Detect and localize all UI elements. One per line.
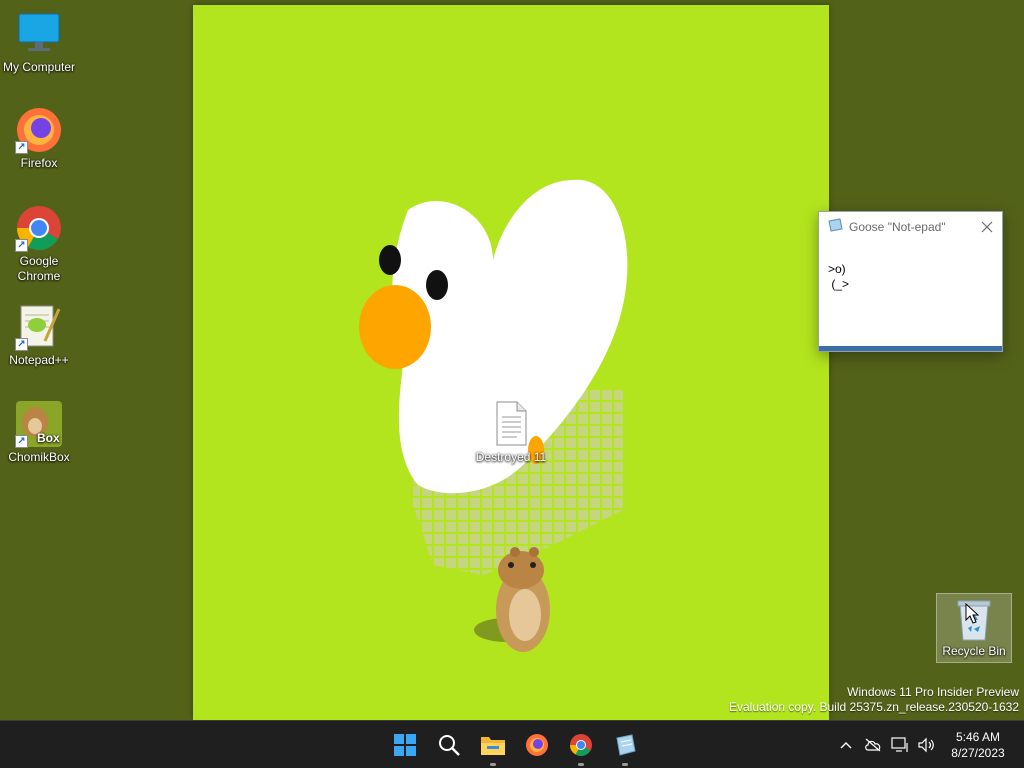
wallpaper-panel: Destroyed 11 bbox=[193, 5, 829, 720]
close-icon bbox=[981, 221, 993, 233]
window-title: Goose "Not-epad" bbox=[849, 220, 946, 234]
show-hidden-icons-button[interactable] bbox=[832, 721, 859, 768]
clock-time: 5:46 AM bbox=[955, 730, 1001, 744]
notepad-icon bbox=[616, 734, 636, 756]
network-tray-button[interactable] bbox=[886, 721, 913, 768]
search-button[interactable] bbox=[427, 721, 471, 768]
desktop-icon-chomikbox[interactable]: Box ↗ ChomikBox bbox=[1, 400, 77, 465]
destroyed-11-file[interactable]: Destroyed 11 bbox=[468, 400, 554, 465]
desktop-wallpaper: Destroyed 11 bbox=[0, 0, 1024, 720]
file-label: Destroyed 11 bbox=[475, 450, 547, 464]
notepad-taskbar-button[interactable] bbox=[603, 721, 647, 768]
file-explorer-icon bbox=[481, 737, 505, 755]
shortcut-arrow-icon: ↗ bbox=[15, 239, 28, 252]
chrome-taskbar-button[interactable] bbox=[559, 721, 603, 768]
running-indicator bbox=[622, 763, 628, 766]
shortcut-arrow-icon: ↗ bbox=[15, 435, 28, 448]
file-explorer-button[interactable] bbox=[471, 721, 515, 768]
start-icon bbox=[394, 734, 416, 756]
volume-tray-button[interactable] bbox=[913, 721, 940, 768]
text-line: >o) bbox=[828, 262, 846, 276]
window-titlebar[interactable]: Goose "Not-epad" bbox=[819, 212, 1002, 242]
clock[interactable]: 5:46 AM 8/27/2023 bbox=[940, 729, 1024, 761]
shortcut-arrow-icon: ↗ bbox=[15, 338, 28, 351]
windows-watermark: Windows 11 Pro Insider Preview Evaluatio… bbox=[729, 685, 1019, 715]
chevron-up-icon bbox=[840, 742, 851, 749]
icon-label: Google Chrome bbox=[17, 254, 61, 283]
close-button[interactable] bbox=[972, 212, 1002, 242]
cloud-offline-icon bbox=[864, 738, 880, 752]
system-tray: 5:46 AM 8/27/2023 bbox=[832, 721, 1024, 768]
network-icon bbox=[890, 737, 908, 752]
search-icon bbox=[439, 735, 460, 756]
desktop-icon-google-chrome[interactable]: ↗ Google Chrome bbox=[1, 204, 77, 284]
mouse-cursor-icon bbox=[965, 603, 979, 624]
svg-text:Box: Box bbox=[37, 431, 60, 445]
notepad-text-area[interactable]: >o) (_> bbox=[819, 242, 1002, 346]
watermark-line: Evaluation copy. Build 25375.zn_release.… bbox=[729, 700, 1019, 714]
icon-label: Notepad++ bbox=[9, 353, 69, 367]
window-bottom-bar bbox=[819, 346, 1002, 351]
notepad-icon bbox=[827, 217, 843, 237]
desktop-icon-notepadpp[interactable]: ↗ Notepad++ bbox=[1, 303, 77, 368]
running-indicator bbox=[578, 763, 584, 766]
notepadpp-icon: ↗ bbox=[15, 303, 63, 351]
taskbar: 5:46 AM 8/27/2023 bbox=[0, 720, 1024, 768]
text-line: (_> bbox=[828, 277, 850, 291]
goose-wallpaper-art bbox=[359, 179, 628, 652]
onedrive-tray-button[interactable] bbox=[859, 721, 886, 768]
chomikbox-icon: Box ↗ bbox=[15, 400, 63, 448]
text-file-icon bbox=[491, 400, 531, 448]
icon-label: My Computer bbox=[2, 60, 76, 74]
icon-label: ChomikBox bbox=[8, 450, 70, 464]
desktop-icon-firefox[interactable]: ↗ Firefox bbox=[1, 106, 77, 171]
running-indicator bbox=[490, 763, 496, 766]
shortcut-arrow-icon: ↗ bbox=[15, 141, 28, 154]
firefox-taskbar-button[interactable] bbox=[515, 721, 559, 768]
clock-date: 8/27/2023 bbox=[951, 746, 1005, 760]
icon-label: Firefox bbox=[20, 156, 58, 170]
chrome-icon bbox=[570, 734, 592, 756]
goose-notepad-window[interactable]: Goose "Not-epad" >o) (_> bbox=[818, 211, 1003, 352]
taskbar-apps bbox=[383, 721, 647, 768]
watermark-line: Windows 11 Pro Insider Preview bbox=[847, 685, 1019, 699]
chrome-icon: ↗ bbox=[15, 204, 63, 252]
start-button[interactable] bbox=[383, 721, 427, 768]
firefox-icon bbox=[526, 734, 548, 756]
firefox-icon: ↗ bbox=[15, 106, 63, 154]
speaker-icon bbox=[917, 737, 934, 753]
desktop-icon-my-computer[interactable]: My Computer bbox=[1, 10, 77, 75]
icon-label: Recycle Bin bbox=[942, 644, 1006, 658]
monitor-icon bbox=[15, 10, 63, 58]
